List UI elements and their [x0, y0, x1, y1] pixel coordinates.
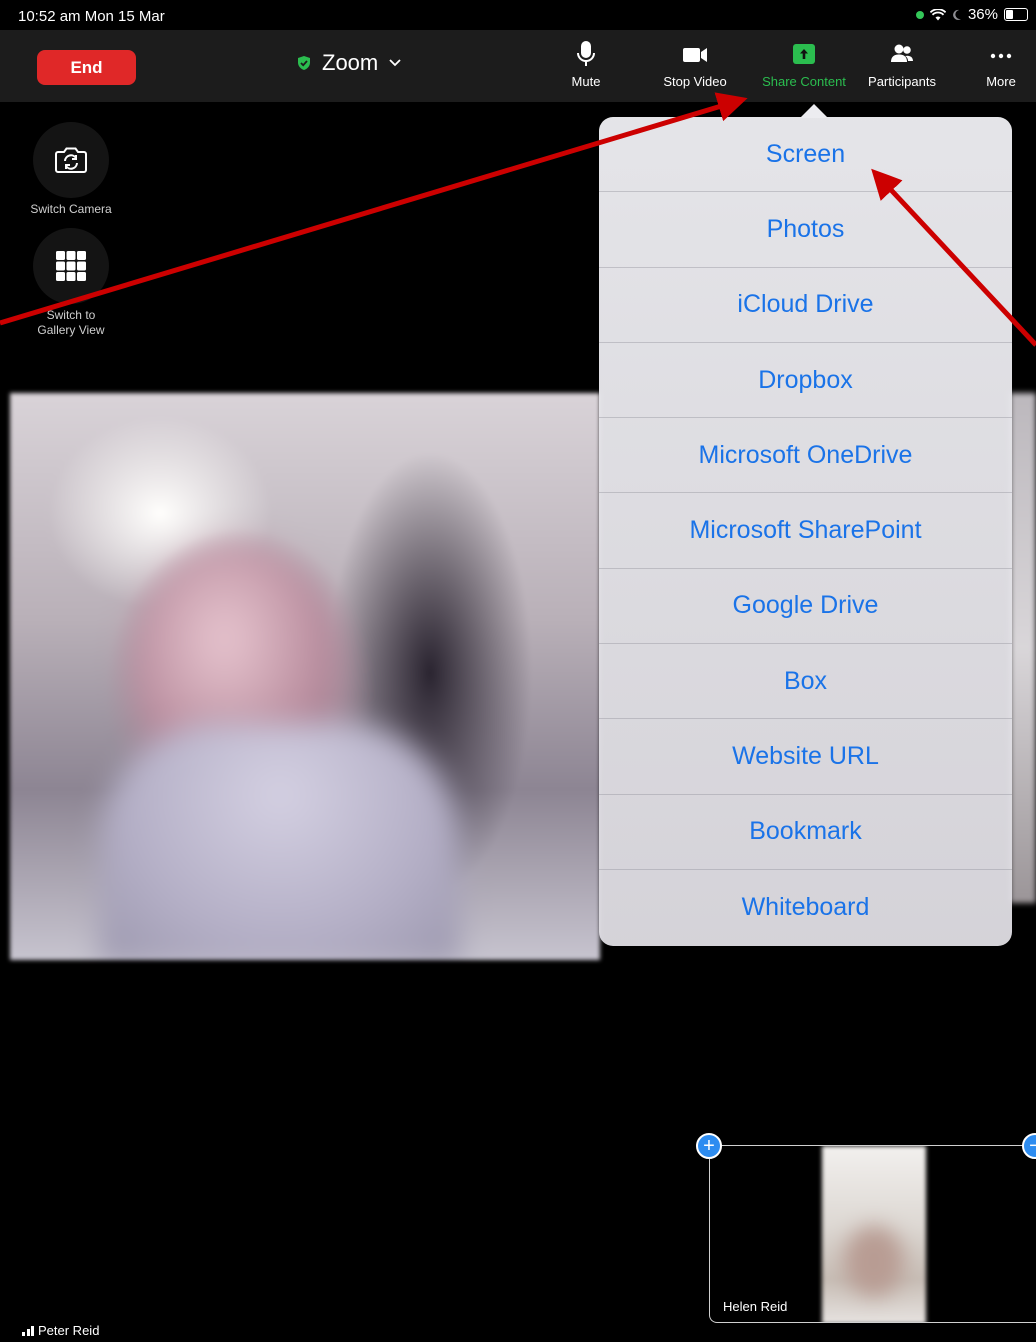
share-screen-icon	[793, 44, 815, 64]
moon-icon	[953, 9, 961, 20]
thumbnail-video	[822, 1146, 926, 1322]
status-bar: 10:52 am Mon 15 Mar 36%	[0, 0, 1036, 30]
gallery-view-label-line1: Switch to	[46, 308, 96, 322]
participants-label: Participants	[868, 74, 936, 89]
share-option-onedrive[interactable]: Microsoft OneDrive	[599, 418, 1012, 494]
share-option-google-drive[interactable]: Google Drive	[599, 569, 1012, 645]
active-speaker-name: Peter Reid	[38, 1323, 100, 1338]
mute-label: Mute	[571, 74, 601, 89]
microphone-icon	[577, 41, 595, 66]
meeting-title[interactable]: Zoom	[296, 50, 402, 76]
stop-video-label: Stop Video	[663, 74, 727, 89]
status-indicators: 36%	[915, 6, 1028, 23]
status-time: 10:52 am Mon 15 Mar	[18, 8, 165, 25]
switch-camera-icon	[55, 147, 87, 173]
self-view-thumbnail[interactable]: Helen Reid	[709, 1145, 1036, 1323]
more-button[interactable]: More	[951, 40, 1036, 89]
share-option-dropbox[interactable]: Dropbox	[599, 343, 1012, 419]
secondary-video-edge	[1010, 393, 1036, 903]
camera-in-use-indicator	[915, 10, 924, 19]
wifi-icon	[929, 8, 946, 20]
active-speaker-video	[10, 393, 600, 960]
more-label: More	[986, 74, 1016, 89]
switch-camera-button[interactable]	[33, 122, 109, 198]
gallery-view-label: Switch to Gallery View	[37, 308, 104, 338]
share-content-button[interactable]: Share Content	[754, 40, 854, 89]
switch-camera-label: Switch Camera	[30, 202, 112, 216]
grid-icon	[56, 251, 86, 281]
participants-button[interactable]: Participants	[852, 40, 952, 89]
gallery-view-control[interactable]: Switch to Gallery View	[16, 228, 126, 338]
share-option-screen[interactable]: Screen	[599, 117, 1012, 193]
video-camera-icon	[683, 48, 707, 62]
share-option-box[interactable]: Box	[599, 644, 1012, 720]
mute-button[interactable]: Mute	[536, 40, 636, 89]
meeting-title-text: Zoom	[322, 50, 379, 75]
popover-pointer	[800, 104, 828, 118]
active-speaker-label: Peter Reid	[22, 1323, 99, 1338]
share-option-icloud-drive[interactable]: iCloud Drive	[599, 268, 1012, 343]
switch-camera-control[interactable]: Switch Camera	[16, 122, 126, 217]
stop-video-button[interactable]: Stop Video	[645, 40, 745, 89]
share-content-label: Share Content	[762, 74, 846, 89]
participant-silhouette-body	[100, 723, 460, 960]
share-option-bookmark[interactable]: Bookmark	[599, 795, 1012, 870]
share-option-sharepoint[interactable]: Microsoft SharePoint	[599, 493, 1012, 569]
gallery-view-label-line2: Gallery View	[37, 323, 105, 337]
shield-check-icon	[298, 56, 310, 70]
more-ellipsis-icon	[990, 53, 1012, 59]
battery-percent: 36%	[967, 6, 998, 23]
share-option-whiteboard[interactable]: Whiteboard	[599, 870, 1012, 945]
chevron-down-icon	[389, 59, 401, 67]
participants-icon	[891, 44, 913, 62]
plus-icon[interactable]: +	[696, 1133, 722, 1159]
share-option-website-url[interactable]: Website URL	[599, 719, 1012, 795]
share-option-photos[interactable]: Photos	[599, 192, 1012, 268]
gallery-view-button[interactable]	[33, 228, 109, 304]
battery-icon	[1004, 8, 1028, 21]
share-content-menu: Screen Photos iCloud Drive Dropbox Micro…	[599, 117, 1012, 946]
end-meeting-button[interactable]: End	[37, 50, 136, 85]
signal-strength-icon	[22, 1325, 34, 1336]
meeting-toolbar: End Zoom Mute Stop Video Share Content P…	[0, 30, 1036, 102]
thumbnail-name: Helen Reid	[723, 1299, 788, 1314]
